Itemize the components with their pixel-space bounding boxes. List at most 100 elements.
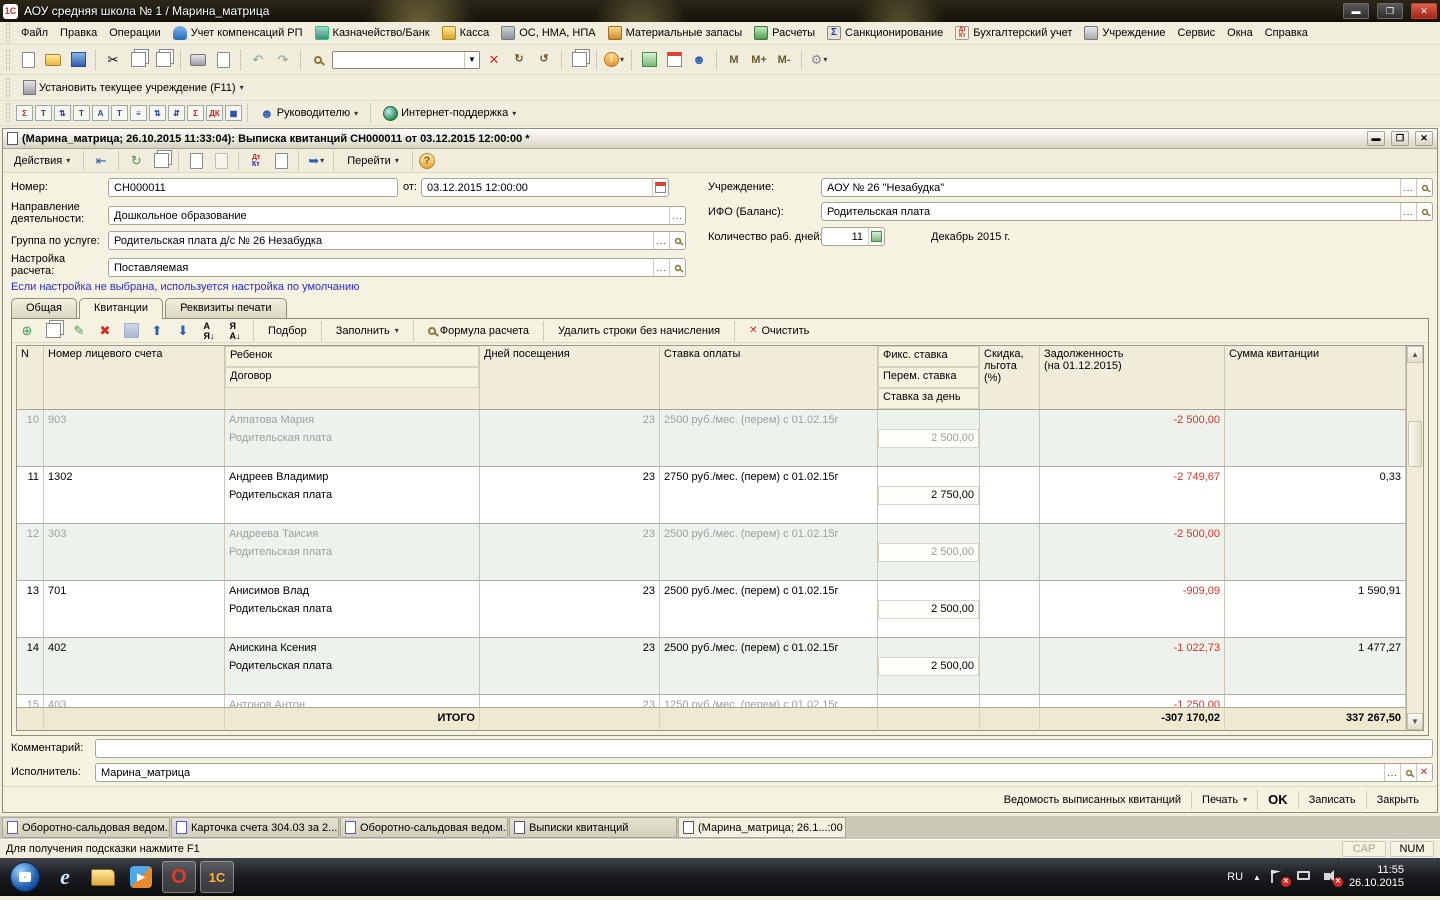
unpost-button[interactable] — [210, 150, 232, 172]
sort-asc-button[interactable]: АЯ↓ — [198, 320, 220, 342]
menu-treasury-bank[interactable]: Казначейство/Банк — [310, 24, 435, 42]
menu-calculations[interactable]: Расчеты — [749, 24, 820, 42]
start-button[interactable] — [10, 862, 40, 892]
menu-operations[interactable]: Операции — [104, 25, 165, 41]
memory-m-plus-button[interactable]: M+ — [748, 49, 770, 71]
report-icon[interactable]: ⇵ — [168, 105, 185, 121]
window-tab[interactable]: Выписки квитанций — [509, 817, 677, 838]
vertical-scrollbar[interactable]: ▲ ▼ — [1406, 346, 1423, 730]
window-tab-active[interactable]: (Марина_матрица; 26.1...:00 * — [678, 817, 846, 838]
dtkt-button[interactable]: ДтКт — [245, 150, 267, 172]
chevron-down-icon[interactable]: ▼ — [464, 52, 479, 68]
ellipsis-button[interactable]: ... — [1400, 179, 1416, 196]
col-header-discount[interactable]: Скидка, льгота (%) — [980, 346, 1040, 409]
tab-general[interactable]: Общая — [11, 298, 77, 318]
tray-expand-icon[interactable]: ▲ — [1253, 873, 1261, 882]
remove-empty-rows-button[interactable]: Удалить строки без начисления — [551, 323, 727, 339]
date-field[interactable]: 03.12.2015 12:00:00 — [421, 178, 669, 197]
volume-icon[interactable]: ✕ — [1323, 870, 1339, 884]
menu-windows[interactable]: Окна — [1222, 25, 1258, 41]
new-document-button[interactable] — [17, 49, 39, 71]
table-row[interactable]: 15 403 Антонов Антон 23 1250 руб./мес. (… — [17, 695, 1406, 708]
doc-restore-button[interactable]: ❐ — [1391, 131, 1409, 146]
lookup-button[interactable] — [1400, 764, 1416, 781]
lookup-button[interactable] — [1416, 203, 1432, 220]
move-down-button[interactable]: ⬇ — [172, 320, 194, 342]
col-header-sum[interactable]: Сумма квитанции — [1225, 346, 1406, 409]
print-button[interactable] — [187, 49, 209, 71]
set-current-institution-button[interactable]: Установить текущее учреждение (F11) ▾ — [16, 77, 251, 98]
action-center-icon[interactable]: ✕ — [1271, 870, 1287, 884]
lookup-button[interactable] — [1416, 179, 1432, 196]
menu-fixed-assets[interactable]: ОС, НМА, НПА — [496, 24, 600, 42]
save-button[interactable] — [67, 49, 89, 71]
ok-button[interactable]: OK — [1257, 789, 1298, 810]
add-row-button[interactable]: ⊕ — [16, 320, 38, 342]
table-row[interactable]: 11 1302 Андреев ВладимирРодительская пла… — [17, 467, 1406, 524]
taskbar-opera[interactable]: O — [162, 861, 196, 893]
cut-button[interactable]: ✂ — [102, 49, 124, 71]
taskbar-explorer[interactable] — [86, 861, 120, 893]
memory-m-minus-button[interactable]: M- — [773, 49, 795, 71]
scrollbar-thumb[interactable] — [1408, 421, 1422, 467]
doc-minimize-button[interactable]: ▬ — [1367, 131, 1385, 146]
col-header-n[interactable]: N — [17, 346, 44, 409]
taskbar-internet-explorer[interactable]: e — [48, 861, 82, 893]
menu-edit[interactable]: Правка — [55, 25, 102, 41]
undo-button[interactable]: ↶ — [247, 49, 269, 71]
ellipsis-button[interactable]: ... — [1400, 203, 1416, 220]
receipts-sheet-button[interactable]: Ведомость выписанных квитанций — [994, 791, 1191, 809]
goto-menu-button[interactable]: Перейти▾ — [340, 152, 406, 170]
post-document-button[interactable]: ⇤ — [90, 150, 112, 172]
taskbar-clock[interactable]: 11:55 26.10.2015 — [1349, 864, 1404, 890]
menu-sanctioning[interactable]: ΣСанкционирование — [822, 24, 948, 42]
print-menu-button[interactable]: Печать▾ — [1191, 791, 1257, 809]
menu-cashbox[interactable]: Касса — [437, 24, 495, 42]
table-row[interactable]: 12 303 Андреева ТаисияРодительская плата… — [17, 524, 1406, 581]
copy-button[interactable] — [127, 49, 149, 71]
taskbar-media-player[interactable]: ▶ — [124, 861, 158, 893]
scroll-up-icon[interactable]: ▲ — [1407, 346, 1423, 363]
ifo-field[interactable]: Родительская плата ... — [821, 202, 1433, 221]
service-group-field[interactable]: Родительская плата д/с № 26 Незабудка ..… — [108, 231, 686, 250]
report-icon[interactable]: Т — [111, 105, 128, 121]
sort-desc-button[interactable]: ЯА↓ — [224, 320, 246, 342]
report-icon[interactable]: А — [92, 105, 109, 121]
pick-button[interactable]: Подбор — [261, 323, 314, 339]
col-header-debt[interactable]: Задолженность(на 01.12.2015) — [1040, 346, 1225, 409]
edit-row-button[interactable]: ✎ — [68, 320, 90, 342]
menu-institution[interactable]: Учреждение — [1079, 24, 1170, 42]
taskbar-1c[interactable]: 1С — [200, 861, 234, 893]
post-button[interactable] — [185, 150, 207, 172]
delete-row-button[interactable]: ✖ — [94, 320, 116, 342]
search-combobox[interactable]: ▼ — [332, 51, 480, 69]
fill-menu-button[interactable]: Заполнить▾ — [329, 323, 406, 339]
network-icon[interactable] — [1297, 870, 1313, 884]
menu-file[interactable]: Файл — [16, 25, 53, 41]
table-row[interactable]: 14 402 Анискина КсенияРодительская плата… — [17, 638, 1406, 695]
table-row[interactable]: 10 903 Алпатова МарияРодительская плата … — [17, 410, 1406, 467]
formula-button[interactable]: Формула расчета — [421, 323, 536, 339]
find-next-button[interactable]: ↻ — [508, 49, 530, 71]
workdays-field[interactable]: 11 — [821, 227, 885, 246]
col-header-rates[interactable]: Фикс. ставка Перем. ставка Ставка за ден… — [878, 346, 980, 409]
write-button[interactable]: Записать — [1298, 791, 1366, 809]
menu-accounting[interactable]: ДтКтБухгалтерский учет — [950, 24, 1077, 42]
report-icon[interactable]: ▦ — [225, 105, 242, 121]
copy-row-button[interactable] — [42, 320, 64, 342]
internet-support-button[interactable]: Интернет-поддержка ▾ — [376, 103, 523, 124]
report-icon[interactable]: Т — [35, 105, 52, 121]
info-button[interactable]: i▾ — [603, 49, 625, 71]
col-header-account[interactable]: Номер лицевого счета — [44, 346, 225, 409]
actions-menu-button[interactable]: Действия▾ — [7, 152, 77, 170]
window-tab[interactable]: Карточка счета 304.03 за 2... — [171, 817, 339, 838]
col-header-days[interactable]: Дней посещения — [480, 346, 660, 409]
ellipsis-button[interactable]: ... — [653, 259, 669, 276]
number-field[interactable]: СН000011 — [108, 178, 398, 197]
col-header-rate[interactable]: Ставка оплаты — [660, 346, 878, 409]
calendar-button[interactable] — [663, 49, 685, 71]
close-button[interactable]: ✕ — [1411, 3, 1437, 19]
menu-materials[interactable]: Материальные запасы — [603, 24, 748, 42]
ellipsis-button[interactable]: ... — [653, 232, 669, 249]
direction-field[interactable]: Дошкольное образование ... — [108, 206, 686, 225]
